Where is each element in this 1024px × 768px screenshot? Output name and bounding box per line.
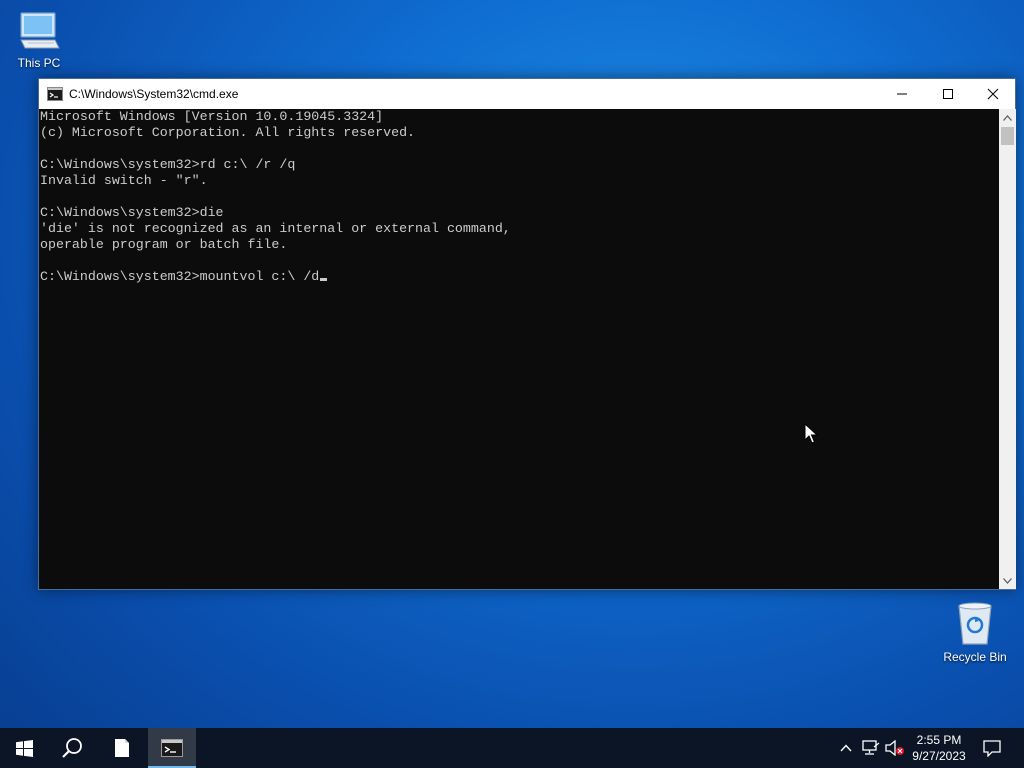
desktop-icon-label: This PC (17, 56, 61, 70)
taskbar-cmd-button[interactable] (148, 728, 196, 768)
network-status-button[interactable] (860, 728, 882, 768)
console-line: Microsoft Windows [Version 10.0.19045.33… (40, 109, 384, 124)
vertical-scrollbar[interactable] (999, 109, 1016, 589)
search-button[interactable] (48, 728, 96, 768)
recycle-bin-icon (958, 602, 992, 645)
cmd-window[interactable]: C:\Windows\System32\cmd.exe Microsoft Wi… (38, 78, 1016, 590)
console-output[interactable]: Microsoft Windows [Version 10.0.19045.33… (39, 109, 999, 589)
volume-button[interactable] (884, 728, 906, 768)
minimize-button[interactable] (879, 79, 925, 109)
clock-time: 2:55 PM (916, 733, 962, 747)
windows-logo-icon (15, 739, 33, 757)
console-input-line[interactable]: C:\Windows\system32>mountvol c:\ /d (39, 269, 999, 285)
console-line: Invalid switch - "r". (40, 173, 208, 188)
text-cursor (320, 278, 328, 281)
search-icon (62, 738, 82, 758)
taskbar: 2:55 PM 9/27/2023 (0, 728, 1024, 768)
mouse-pointer-icon (804, 423, 818, 444)
close-button[interactable] (970, 79, 1016, 109)
window-titlebar[interactable]: C:\Windows\System32\cmd.exe (39, 79, 1015, 109)
desktop-icon-label: Recycle Bin (943, 650, 1007, 664)
network-icon (862, 740, 880, 755)
start-button[interactable] (0, 728, 48, 768)
desktop-icon-recycle-bin[interactable]: Recycle Bin (937, 600, 1013, 664)
desktop-icon-this-pc[interactable]: This PC (1, 8, 77, 70)
window-title: C:\Windows\System32\cmd.exe (69, 87, 239, 101)
volume-muted-icon (885, 740, 904, 756)
minimize-icon (897, 93, 907, 95)
show-hidden-icons-button[interactable] (836, 728, 856, 768)
action-center-button[interactable] (974, 728, 1010, 768)
console-current-command: C:\Windows\system32>mountvol c:\ /d (40, 269, 320, 284)
console-line: C:\Windows\system32>rd c:\ /r /q (40, 157, 296, 172)
console-line: (c) Microsoft Corporation. All rights re… (40, 125, 416, 140)
notification-icon (983, 739, 1001, 757)
chevron-up-icon (840, 744, 852, 752)
cmd-app-icon (47, 87, 63, 101)
maximize-icon (943, 89, 953, 99)
cmd-app-icon (161, 739, 183, 757)
scroll-down-button[interactable] (999, 572, 1016, 589)
clock-date: 9/27/2023 (912, 749, 966, 763)
console-line: operable program or batch file. (40, 237, 288, 252)
chevron-down-icon (1003, 577, 1012, 584)
taskbar-file-button[interactable] (100, 728, 144, 768)
close-icon (987, 88, 999, 100)
scrollbar-thumb[interactable] (1001, 127, 1014, 145)
file-icon (115, 739, 129, 757)
this-pc-icon (20, 12, 60, 49)
taskbar-clock[interactable]: 2:55 PM 9/27/2023 (906, 728, 972, 768)
chevron-up-icon (1003, 114, 1012, 121)
console-line: C:\Windows\system32>die (40, 205, 224, 220)
scroll-up-button[interactable] (999, 109, 1016, 126)
console-line: 'die' is not recognized as an internal o… (40, 221, 511, 236)
maximize-button[interactable] (925, 79, 971, 109)
